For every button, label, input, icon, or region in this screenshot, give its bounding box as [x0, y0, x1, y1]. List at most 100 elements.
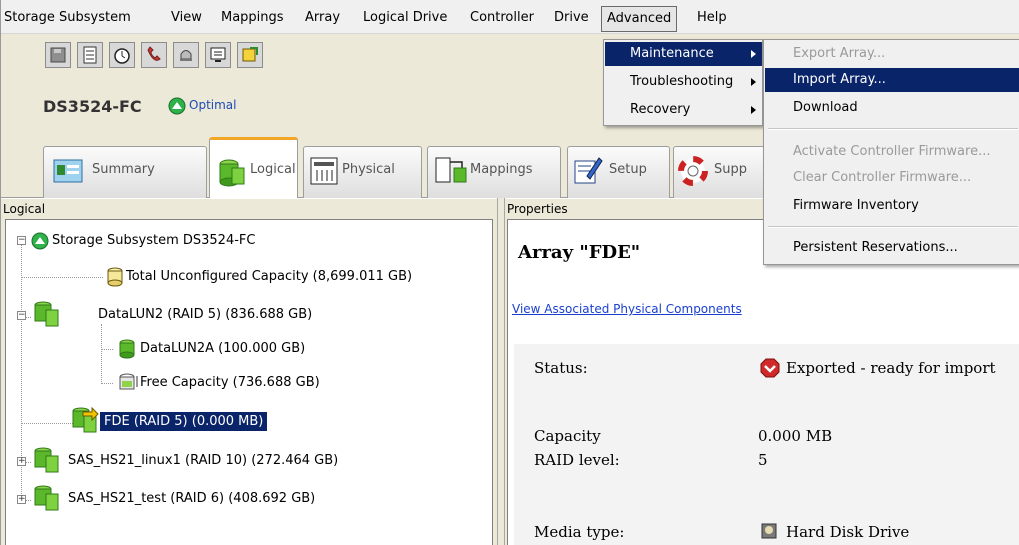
menu-item-label: Maintenance	[630, 46, 714, 61]
submenu-arrow-icon	[751, 78, 756, 86]
summary-icon	[53, 159, 83, 183]
menu-help[interactable]: Help	[697, 10, 727, 26]
property-value: 0.000 MB	[758, 427, 833, 445]
menu-drive[interactable]: Drive	[554, 10, 589, 26]
phone-icon[interactable]	[141, 42, 167, 68]
menu-item-label: Troubleshooting	[630, 74, 734, 89]
lifebuoy-icon	[678, 156, 708, 186]
tree-node-datalun2a[interactable]: DataLUN2A (100.000 GB)	[106, 336, 386, 362]
tree-node-sas-hs21-test[interactable]: + SAS_HS21_test (RAID 6) (408.692 GB)	[12, 485, 452, 512]
menu-item-activate-controller-firmware[interactable]: Activate Controller Firmware...	[765, 140, 1019, 164]
tab-support[interactable]: Supp	[673, 146, 773, 198]
tab-summary-label: Summary	[92, 162, 155, 177]
tree-label: Total Unconfigured Capacity (8,699.011 G…	[126, 269, 413, 284]
maintenance-submenu: Export Array... Import Array... Download…	[763, 39, 1019, 265]
tree-node-datalun2[interactable]: − DataLUN2 (RAID 5) (836.688 GB)	[12, 301, 392, 328]
view-physical-components-link[interactable]: View Associated Physical Components	[512, 302, 742, 316]
tab-physical[interactable]: Physical	[303, 146, 422, 198]
tree-line	[21, 423, 73, 424]
property-label: Capacity	[534, 427, 601, 445]
tab-logical-label: Logical	[250, 162, 296, 177]
monitor-icon[interactable]	[205, 42, 231, 68]
menu-item-label: Download	[793, 100, 858, 115]
tree-node-free-capacity[interactable]: Free Capacity (736.688 GB)	[106, 370, 386, 396]
storage-manager-window: Storage Subsystem View Mappings Array Lo…	[0, 0, 1019, 545]
properties-table: Status: Exported - ready for import Capa…	[514, 344, 1019, 545]
menu-item-clear-controller-firmware[interactable]: Clear Controller Firmware...	[765, 166, 1019, 190]
properties-title: Array "FDE"	[518, 242, 641, 263]
subsystem-name: DS3524-FC	[43, 97, 142, 116]
menu-item-label: Firmware Inventory	[793, 198, 919, 213]
menu-item-firmware-inventory[interactable]: Firmware Inventory	[765, 194, 1019, 218]
menu-item-label: Clear Controller Firmware...	[793, 170, 972, 185]
tree-label: SAS_HS21_linux1 (RAID 10) (272.464 GB)	[68, 453, 339, 468]
array-icon	[34, 447, 59, 473]
tab-setup-label: Setup	[609, 162, 647, 177]
tree-node-sas-hs21-linux1[interactable]: + SAS_HS21_linux1 (RAID 10) (272.464 GB)	[12, 447, 452, 474]
array-icon	[34, 301, 59, 327]
subsystem-status: Optimal	[189, 98, 237, 112]
menu-advanced[interactable]: Advanced	[601, 6, 678, 32]
setup-icon	[574, 157, 603, 184]
tab-logical[interactable]: Logical	[209, 137, 298, 199]
mappings-icon	[435, 157, 467, 183]
menu-logical-drive[interactable]: Logical Drive	[363, 10, 447, 26]
tree-label: Free Capacity (736.688 GB)	[140, 375, 320, 390]
tab-mappings-label: Mappings	[470, 162, 533, 177]
pane-splitter[interactable]	[497, 198, 505, 545]
hard-disk-icon	[761, 523, 777, 539]
bell-icon[interactable]	[173, 42, 199, 68]
menu-mappings[interactable]: Mappings	[221, 10, 284, 26]
menu-item-troubleshooting[interactable]: Troubleshooting	[605, 70, 762, 94]
tree-node-unconfigured[interactable]: Total Unconfigured Capacity (8,699.011 G…	[86, 264, 466, 290]
optimal-status-icon	[168, 97, 186, 115]
menu-item-download[interactable]: Download	[765, 96, 1019, 120]
menu-item-export-array[interactable]: Export Array...	[765, 42, 1019, 66]
free-capacity-icon	[119, 373, 138, 390]
menu-separator	[768, 226, 1018, 228]
logical-drive-icon	[119, 339, 135, 359]
menu-item-label: Recovery	[630, 102, 691, 117]
tab-summary[interactable]: Summary	[43, 146, 207, 198]
menu-controller[interactable]: Controller	[470, 10, 534, 26]
menu-item-maintenance[interactable]: Maintenance	[605, 42, 762, 66]
tab-mappings[interactable]: Mappings	[427, 146, 561, 198]
tree-label: FDE (RAID 5) (0.000 MB)	[100, 412, 268, 431]
menu-storage-subsystem[interactable]: Storage Subsystem	[4, 10, 131, 26]
exported-status-icon	[760, 358, 780, 378]
property-row-capacity: Capacity 0.000 MB	[514, 424, 1019, 448]
exported-array-icon	[72, 406, 99, 433]
collapse-toggle[interactable]: −	[17, 236, 26, 245]
submenu-arrow-icon	[751, 50, 756, 58]
tree-node-fde[interactable]: FDE (RAID 5) (0.000 MB)	[68, 406, 348, 436]
tab-setup[interactable]: Setup	[567, 146, 670, 198]
tree-label: DataLUN2A (100.000 GB)	[140, 341, 306, 356]
menu-item-import-array[interactable]: Import Array...	[765, 68, 1019, 92]
menu-item-persistent-reservations[interactable]: Persistent Reservations...	[765, 236, 1019, 260]
optimal-status-icon	[31, 232, 49, 250]
yellow-drive-icon[interactable]	[237, 42, 263, 68]
menu-item-label: Persistent Reservations...	[793, 240, 958, 255]
logical-tree-pane[interactable]: − Storage Subsystem DS3524-FC Total Unco…	[5, 219, 493, 545]
property-row-raid-level: RAID level: 5	[514, 448, 1019, 472]
list-icon[interactable]	[77, 42, 103, 68]
logical-panel-header: Logical	[3, 202, 46, 216]
property-value: Exported - ready for import	[786, 359, 996, 377]
submenu-arrow-icon	[751, 106, 756, 114]
property-label: Status:	[534, 359, 588, 377]
menu-view[interactable]: View	[171, 10, 202, 26]
advanced-menu: Maintenance Troubleshooting Recovery	[603, 39, 763, 126]
tree-node-root[interactable]: − Storage Subsystem DS3524-FC	[12, 228, 352, 254]
disk-icon[interactable]	[45, 42, 71, 68]
properties-panel-header: Properties	[507, 202, 568, 216]
property-row-media-type: Media type: Hard Disk Drive	[514, 520, 1019, 544]
clock-icon[interactable]	[109, 42, 135, 68]
tree-label: DataLUN2 (RAID 5) (836.688 GB)	[98, 307, 313, 322]
menu-array[interactable]: Array	[305, 10, 340, 26]
collapse-toggle[interactable]: −	[17, 311, 26, 320]
menu-item-label: Import Array...	[793, 72, 886, 87]
expand-toggle[interactable]: +	[17, 495, 26, 504]
expand-toggle[interactable]: +	[17, 457, 26, 466]
property-row-status: Status: Exported - ready for import	[514, 356, 1019, 380]
menu-item-recovery[interactable]: Recovery	[605, 98, 762, 122]
